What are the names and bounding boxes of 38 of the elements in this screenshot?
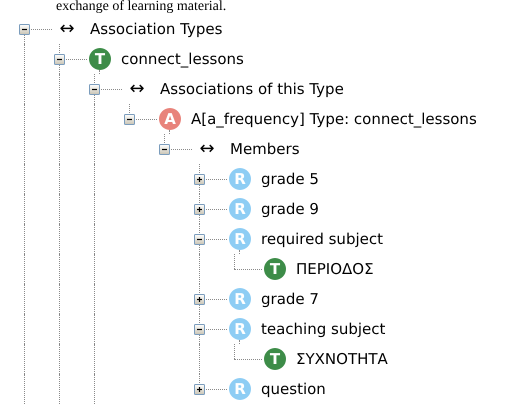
tree-item-label[interactable]: connect_lessons	[121, 48, 244, 70]
double-arrow-icon: ↔	[194, 140, 220, 158]
tree-item-label[interactable]: ΣΥΧΝΟΤΗΤΑ	[296, 348, 388, 370]
collapse-icon[interactable]	[124, 114, 135, 124]
association-icon: A	[159, 108, 181, 130]
document-text: exchange of learning material.	[55, 0, 228, 14]
expand-icon[interactable]	[194, 174, 205, 184]
collapse-icon[interactable]	[159, 144, 170, 154]
tree-item-label[interactable]: A[a_frequency] Type: connect_lessons	[191, 108, 477, 130]
role-icon: R	[229, 168, 251, 190]
collapse-icon[interactable]	[89, 84, 100, 94]
collapse-icon[interactable]	[19, 24, 30, 34]
tree-item-label[interactable]: grade 7	[261, 288, 319, 310]
tree-item-label[interactable]: question	[261, 378, 326, 400]
topic-icon: T	[264, 258, 286, 280]
double-arrow-icon: ↔	[124, 80, 150, 98]
tree-item-label[interactable]: grade 5	[261, 168, 319, 190]
tree-item-label[interactable]: grade 9	[261, 198, 319, 220]
role-icon: R	[229, 198, 251, 220]
tree-item-label[interactable]: Association Types	[90, 18, 222, 40]
expand-icon[interactable]	[194, 204, 205, 214]
collapse-icon[interactable]	[54, 54, 65, 64]
tree-item-label[interactable]: teaching subject	[261, 318, 386, 340]
expand-icon[interactable]	[194, 294, 205, 304]
expand-icon[interactable]	[194, 384, 205, 394]
role-icon: R	[229, 378, 251, 400]
double-arrow-icon: ↔	[54, 20, 80, 38]
tree-item-label[interactable]: required subject	[261, 228, 383, 250]
role-icon: R	[229, 318, 251, 340]
collapse-icon[interactable]	[194, 324, 205, 334]
topic-icon: T	[89, 48, 111, 70]
tree-item-label[interactable]: Members	[230, 138, 300, 160]
role-icon: R	[229, 228, 251, 250]
collapse-icon[interactable]	[194, 234, 205, 244]
role-icon: R	[229, 288, 251, 310]
tree-item-label[interactable]: Associations of this Type	[160, 78, 344, 100]
topic-icon: T	[264, 348, 286, 370]
tree-item-label[interactable]: ΠΕΡΙΟΔΟΣ	[296, 258, 374, 280]
